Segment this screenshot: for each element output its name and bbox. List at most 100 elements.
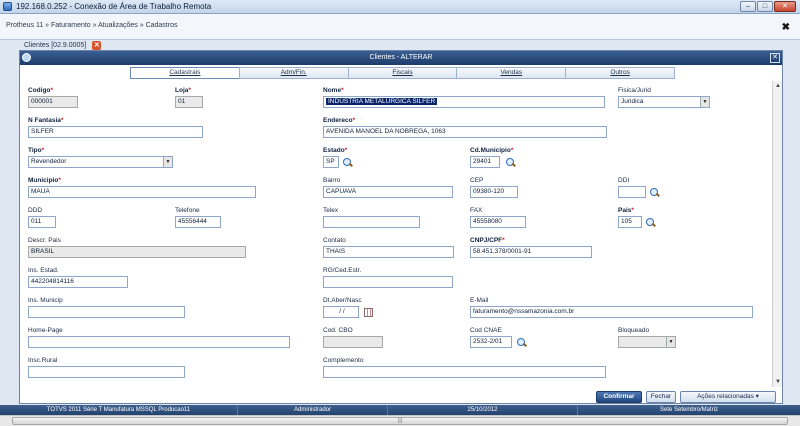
field-complemento: Complemento [323,357,606,379]
cnpj-input[interactable]: 58.451.378/0001-91 [470,246,592,258]
cd-municipio-input[interactable]: 29401 [470,156,500,168]
cd-municipio-label: Cd.Municipio [470,147,513,154]
dt-aber-input[interactable]: / / [323,306,359,318]
dialog-close-icon[interactable]: ✕ [770,53,780,63]
cod-cnae-label: Cod CNAE [470,327,502,334]
ins-municip-label: Ins. Municip [28,297,63,304]
maximize-button[interactable]: □ [757,1,773,12]
email-input[interactable]: faturamento@nssamazonia.com.br [470,306,753,318]
document-tab-label: Clientes [02.9.0005] [24,41,87,49]
ins-municip-input[interactable] [28,306,185,318]
fax-input[interactable]: 45558080 [470,216,526,228]
status-user: Administrador [238,405,388,415]
field-cd-municipio: Cd.Municipio 29401 [470,147,530,169]
confirm-button[interactable]: Confirmar [596,391,642,403]
nome-selected-text: INDUSTRIA METALURGICA SILFER [326,98,438,105]
nfantasia-label: N Fantasia [28,117,63,124]
field-ddi: DDI [618,177,660,199]
status-branch: Sete Setembro/Matriz [659,407,719,413]
complemento-input[interactable] [323,366,606,378]
ddi-label: DDI [618,177,630,184]
field-estado: Estado SP [323,147,363,169]
codigo-input[interactable]: 000001 [28,96,78,108]
field-cnpj: CNPJ/CPF 58.451.378/0001-91 [470,237,592,259]
horizontal-scrollbar[interactable]: ||| [0,415,800,426]
tab-adm-fin[interactable]: Adm/Fin. [238,67,348,79]
field-bloqueado: Bloqueado ▼ [618,327,676,349]
field-cep: CEP 09380-120 [470,177,518,199]
cep-input[interactable]: 09380-120 [470,186,518,198]
search-icon[interactable] [650,188,658,196]
bloqueado-select[interactable]: ▼ [618,336,676,348]
remote-desktop-titlebar: 192.168.0.252 - Conexão de Área de Traba… [0,0,800,14]
rg-input[interactable] [323,276,453,288]
bairro-input[interactable]: CAPUAVA [323,186,453,198]
ddd-input[interactable]: 011 [28,216,56,228]
tipo-select[interactable]: Revendedor ▼ [28,156,173,168]
field-homepage: Home-Page [28,327,290,349]
field-municipio: Municipio MAUA [28,177,256,199]
cod-cbo-input[interactable] [323,336,383,348]
field-cod-cbo: Cod. CBO [323,327,383,349]
remote-desktop-icon [3,2,12,11]
telefone-input[interactable]: 45556444 [175,216,221,228]
folder-tabs: Cadastrais Adm/Fin. Fiscais Vendas Outro… [130,67,675,79]
chevron-down-icon[interactable]: ▼ [163,157,172,167]
calendar-icon[interactable] [364,308,373,317]
dialog-title: Clientes - ALTERAR [369,54,433,61]
related-actions-button[interactable]: Ações relacionadas ▾ [680,391,776,403]
dt-aber-label: Dt.Aber/Nasc [323,297,362,304]
municipio-input[interactable]: MAUA [28,186,256,198]
field-fax: FAX 45558080 [470,207,526,229]
chevron-down-icon[interactable]: ▼ [700,97,709,107]
ins-estad-input[interactable]: 442204814116 [28,276,128,288]
minimize-button[interactable]: – [740,1,756,12]
tab-cadastrais[interactable]: Cadastrais [130,67,239,79]
scroll-down-icon[interactable]: ▼ [774,378,782,386]
search-icon[interactable] [506,158,514,166]
contato-input[interactable]: THAIS [323,246,454,258]
endereco-input[interactable]: AVENIDA MANOEL DA NOBREGA, 1063 [323,126,607,138]
field-dt-aber: Dt.Aber/Nasc / / [323,297,373,319]
tab-outros[interactable]: Outros [565,67,675,79]
ddi-input[interactable] [618,186,646,198]
vertical-scrollbar[interactable]: ▲ ▼ [772,81,782,387]
pais-input[interactable]: 105 [618,216,642,228]
ins-estad-label: Ins. Estad. [28,267,59,274]
dialog-title-bar: Clientes - ALTERAR ✕ [20,51,782,65]
tipo-value: Revendedor [31,158,67,165]
app-header: Protheus 11 » Faturamento » Atualizações… [0,14,800,40]
close-icon[interactable]: ✖ [782,22,790,33]
tab-fiscais[interactable]: Fiscais [347,67,457,79]
scrollbar-thumb[interactable]: ||| [12,417,788,425]
nome-input[interactable]: INDUSTRIA METALURGICA SILFER [323,96,605,108]
field-insc-rural: Insc.Rural [28,357,185,379]
complemento-label: Complemento [323,357,364,364]
form-area: Codigo 000001 Loja 01 Nome INDUSTRIA MET… [20,81,774,387]
telex-input[interactable] [323,216,420,228]
descr-pais-input[interactable]: BRASIL [28,246,246,258]
search-icon[interactable] [343,158,351,166]
window-close-button[interactable]: ✕ [774,1,796,12]
status-date: 25/10/2012 [388,405,578,415]
cod-cnae-input[interactable]: 2532-2/01 [470,336,512,348]
field-telefone: Telefone 45556444 [175,207,221,229]
homepage-input[interactable] [28,336,290,348]
search-icon[interactable] [517,338,525,346]
tab-vendas[interactable]: Vendas [456,67,566,79]
nfantasia-input[interactable]: SILFER [28,126,203,138]
insc-rural-input[interactable] [28,366,185,378]
estado-input[interactable]: SP [323,156,339,168]
tab-close-icon[interactable]: ✕ [92,40,102,50]
totvs-logo-icon [22,53,31,62]
loja-input[interactable]: 01 [175,96,203,108]
field-ins-municip: Ins. Municip [28,297,185,319]
scroll-up-icon[interactable]: ▲ [774,82,782,90]
close-button[interactable]: Fechar [646,391,676,403]
search-icon[interactable] [646,218,654,226]
fisica-jurid-select[interactable]: Juridica ▼ [618,96,710,108]
chevron-down-icon[interactable]: ▼ [666,337,675,347]
fisica-jurid-value: Juridica [621,98,644,105]
nome-label: Nome [323,87,344,94]
ddd-label: DDD [28,207,43,214]
